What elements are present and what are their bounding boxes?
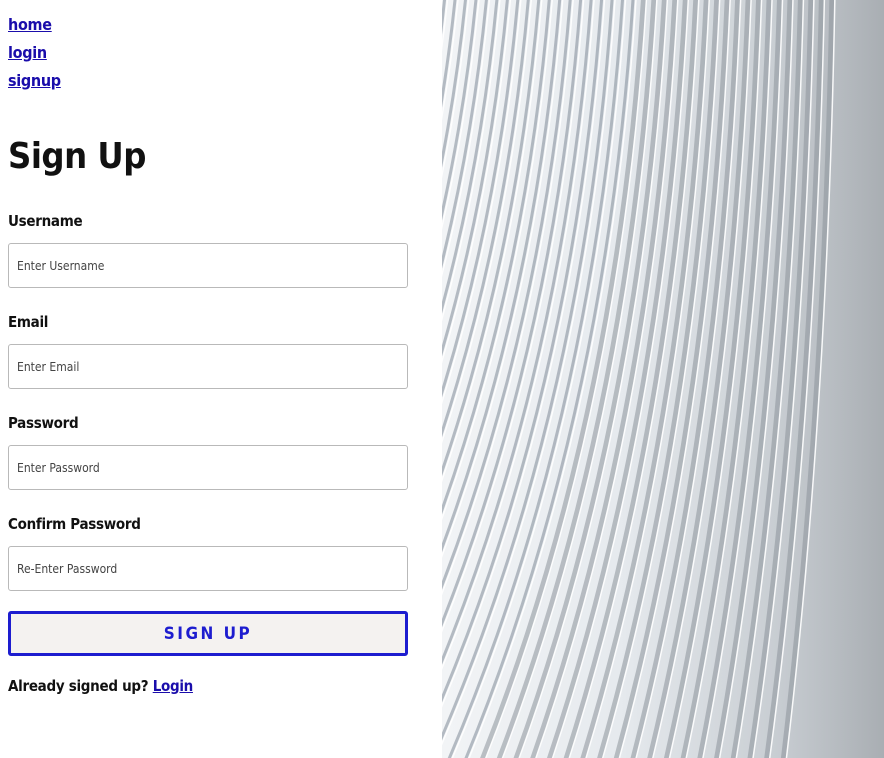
- login-link[interactable]: Login: [153, 677, 194, 695]
- architecture-ribs-graphic: [442, 0, 836, 758]
- top-nav: home login signup: [8, 11, 61, 95]
- username-input[interactable]: [8, 243, 408, 288]
- nav-link-login[interactable]: login: [8, 39, 61, 67]
- nav-link-home[interactable]: home: [8, 11, 61, 39]
- email-label: Email: [8, 313, 49, 331]
- signup-button[interactable]: SIGN UP: [8, 611, 408, 656]
- confirm-password-input[interactable]: [8, 546, 408, 591]
- password-label: Password: [8, 414, 79, 432]
- email-input[interactable]: [8, 344, 408, 389]
- confirm-password-label: Confirm Password: [8, 515, 141, 533]
- signup-panel: home login signup Sign Up Username Email…: [0, 0, 442, 758]
- login-prompt-text: Already signed up?: [8, 677, 149, 695]
- nav-link-signup[interactable]: signup: [8, 67, 61, 95]
- page-title: Sign Up: [8, 136, 146, 177]
- signup-page: home login signup Sign Up Username Email…: [0, 0, 884, 758]
- password-input[interactable]: [8, 445, 408, 490]
- username-label: Username: [8, 212, 83, 230]
- architecture-ribs-photo: [442, 0, 884, 758]
- login-prompt: Already signed up? Login: [8, 675, 193, 697]
